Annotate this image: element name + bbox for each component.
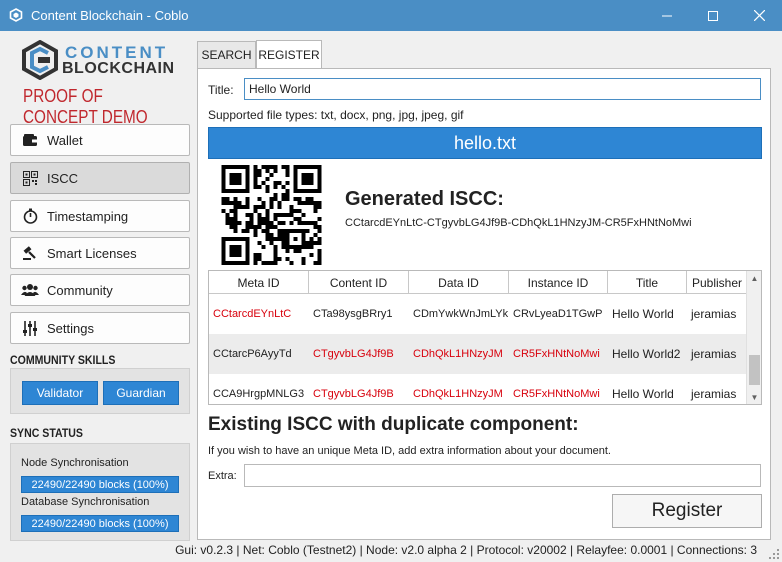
cell-content-id: CTa98ysgBRry1 — [313, 308, 393, 320]
iscc-qr-code — [221, 165, 322, 265]
cell-publisher: jeramias — [691, 387, 737, 401]
close-icon — [753, 10, 765, 21]
demo-label: PROOF OF CONCEPT DEMO — [23, 86, 148, 127]
register-panel: Title: Supported file types: txt, docx, … — [197, 68, 771, 540]
file-drop-button[interactable]: hello.txt — [208, 127, 762, 159]
nav-label: ISCC — [47, 170, 79, 186]
column-header-publisher[interactable]: Publisher — [687, 271, 747, 294]
extra-input[interactable] — [244, 464, 761, 487]
nav-community[interactable]: Community — [10, 274, 190, 306]
cell-meta-id: CCtarcdEYnLtC — [213, 308, 292, 320]
gavel-icon — [21, 245, 39, 261]
db-sync-progress: 22490/22490 blocks (100%) — [21, 515, 179, 532]
column-header-instance-id[interactable]: Instance ID — [509, 271, 608, 294]
logo-text-blockchain: BLOCKCHAIN — [62, 60, 175, 77]
nav-wallet[interactable]: Wallet — [10, 124, 190, 156]
cell-data-id: CDmYwkWnJmLYk — [413, 308, 509, 320]
app-icon — [9, 8, 23, 22]
nav-label: Community — [47, 282, 113, 298]
generated-iscc-heading: Generated ISCC: — [345, 188, 504, 210]
close-button[interactable] — [736, 0, 782, 31]
wallet-icon — [21, 132, 39, 148]
extra-label: Extra: — [208, 470, 237, 482]
minimize-icon — [662, 15, 672, 16]
maximize-button[interactable] — [690, 0, 736, 31]
status-bar: Gui: v0.2.3 | Net: Coblo (Testnet2) | No… — [175, 543, 757, 557]
db-sync-label: Database Synchronisation — [21, 496, 150, 508]
community-skills-box: Validator Guardian — [10, 368, 190, 414]
community-skills-heading: COMMUNITY SKILLS — [10, 353, 116, 367]
node-sync-progress: 22490/22490 blocks (100%) — [21, 476, 179, 493]
validator-button[interactable]: Validator — [22, 381, 98, 405]
table-row[interactable]: CCtarcdEYnLtC CTa98ysgBRry1 CDmYwkWnJmLYk C… — [209, 294, 747, 334]
nav-settings[interactable]: Settings — [10, 312, 190, 344]
window-title: Content Blockchain - Coblo — [31, 8, 189, 23]
stopwatch-icon — [21, 208, 39, 224]
guardian-button[interactable]: Guardian — [103, 381, 179, 405]
column-header-title[interactable]: Title — [608, 271, 687, 294]
cell-publisher: jeramias — [691, 347, 737, 361]
nav-label: Wallet — [47, 132, 83, 148]
title-label: Title: — [208, 83, 234, 97]
node-sync-label: Node Synchronisation — [21, 457, 129, 469]
table-scrollbar[interactable]: ▲ ▼ — [746, 271, 761, 404]
logo: CONTENT BLOCKCHAIN — [20, 40, 185, 80]
nav-timestamping[interactable]: Timestamping — [10, 200, 190, 232]
column-header-data-id[interactable]: Data ID — [409, 271, 509, 294]
cell-data-id: CDhQkL1HNzyJM — [413, 388, 503, 400]
nav-iscc[interactable]: ISCC — [10, 162, 190, 194]
column-header-content-id[interactable]: Content ID — [309, 271, 409, 294]
cell-data-id: CDhQkL1HNzyJM — [413, 348, 503, 360]
title-bar: Content Blockchain - Coblo — [0, 0, 782, 31]
duplicate-heading: Existing ISCC with duplicate component: — [208, 414, 579, 435]
scroll-down-icon[interactable]: ▼ — [747, 390, 761, 404]
cell-meta-id: CCA9HrgpMNLG3 — [213, 388, 305, 400]
resize-grip-icon[interactable] — [768, 548, 780, 560]
cell-meta-id: CCtarcP6AyyTd — [213, 348, 292, 360]
column-header-meta-id[interactable]: Meta ID — [209, 271, 309, 294]
sync-status-heading: SYNC STATUS — [10, 426, 83, 440]
content-blockchain-logo-icon — [22, 40, 58, 80]
scrollbar-thumb[interactable] — [749, 355, 760, 385]
duplicates-table: Meta ID Content ID Data ID Instance ID T… — [208, 270, 762, 405]
supported-file-types: Supported file types: txt, docx, png, jp… — [208, 108, 464, 122]
cell-publisher: jeramias — [691, 307, 737, 321]
cell-content-id: CTgyvbLG4Jf9B — [313, 388, 394, 400]
duplicate-info: If you wish to have an unique Meta ID, a… — [208, 445, 611, 457]
qr-code-icon — [21, 170, 39, 186]
sliders-icon — [21, 320, 39, 336]
sidebar: CONTENT BLOCKCHAIN PROOF OF CONCEPT DEMO… — [0, 31, 198, 562]
nav-smart-licenses[interactable]: Smart Licenses — [10, 237, 190, 269]
cell-instance-id: CR5FxHNtNoMwi — [513, 348, 600, 360]
nav-label: Timestamping — [47, 208, 129, 224]
cell-instance-id: CR5FxHNtNoMwi — [513, 388, 600, 400]
scroll-up-icon[interactable]: ▲ — [747, 271, 761, 285]
tab-register[interactable]: REGISTER — [256, 40, 322, 69]
minimize-button[interactable] — [644, 0, 690, 31]
cell-title: Hello World2 — [612, 347, 681, 361]
nav-label: Settings — [47, 320, 94, 336]
table-row[interactable]: CCtarcP6AyyTd CTgyvbLG4Jf9B CDhQkL1HNzyJM C… — [209, 334, 747, 374]
table-header: Meta ID Content ID Data ID Instance ID T… — [209, 271, 747, 294]
maximize-icon — [708, 10, 718, 21]
register-button[interactable]: Register — [612, 494, 762, 528]
cell-title: Hello World — [612, 387, 674, 401]
cell-content-id: CTgyvbLG4Jf9B — [313, 348, 394, 360]
tab-search[interactable]: SEARCH — [197, 41, 256, 69]
users-icon — [21, 282, 39, 298]
cell-title: Hello World — [612, 307, 674, 321]
sync-status-box: Node Synchronisation 22490/22490 blocks … — [10, 443, 190, 541]
title-input[interactable] — [244, 78, 761, 100]
table-row[interactable]: CCA9HrgpMNLG3 CTgyvbLG4Jf9B CDhQkL1HNzyJM C… — [209, 374, 747, 404]
generated-iscc-code: CCtarcdEYnLtC-CTgyvbLG4Jf9B-CDhQkL1HNzyJ… — [345, 217, 692, 229]
cell-instance-id: CRvLyeaD1TGwP — [513, 308, 603, 320]
nav-label: Smart Licenses — [47, 245, 137, 261]
